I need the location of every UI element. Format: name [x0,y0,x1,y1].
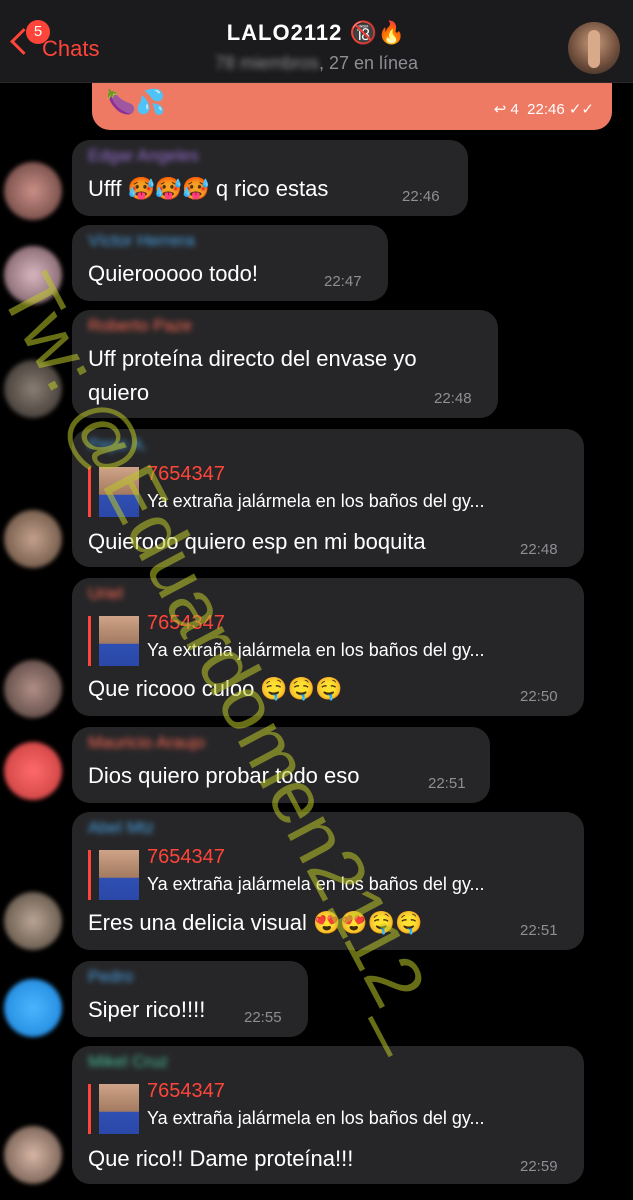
reply-thumbnail [99,1084,139,1134]
reply-author: 7654347 [147,463,225,485]
avatar[interactable] [4,979,62,1037]
sender-name[interactable]: Edgar Angeles [88,146,199,166]
sender-name[interactable]: Pepe A. [88,435,148,455]
message-text: Dios quiero probar todo eso [88,763,360,788]
message-time: 22:59 [520,1158,558,1175]
sender-name[interactable]: Uriel [88,584,123,604]
message-text: Quierooo quiero esp en mi boquita [88,529,426,554]
reply-thumbnail [99,616,139,666]
message-bubble[interactable]: Roberto Paze Uff proteína directo del en… [72,310,498,418]
chat-header: 5 Chats LALO2112 🔞🔥 78 miembros, 27 en l… [0,0,633,83]
sender-name[interactable]: Pedro [88,967,133,987]
reply-text: Ya extraña jalármela en los baños del gy… [147,491,485,511]
message-time: 22:51 [520,922,558,939]
own-message-meta: ↩ 4 22:46 ✓✓ [494,100,594,118]
message-text: Siper rico!!!! [88,997,206,1022]
message-bubble[interactable]: Pedro Siper rico!!!! 22:55 [72,961,308,1037]
message-time: 22:48 [520,541,558,558]
avatar[interactable] [4,1126,62,1184]
group-avatar[interactable] [568,22,620,74]
message-time: 22:50 [520,688,558,705]
sender-name[interactable]: Víctor Herrera [88,231,195,251]
avatar[interactable] [4,162,62,220]
sender-name[interactable]: Mauricio Araujo [88,733,205,753]
avatar[interactable] [4,742,62,800]
message-bubble[interactable]: Mikel Cruz 7654347 Ya extraña jalármela … [72,1046,584,1184]
message-time: 22:51 [428,775,466,792]
sender-name[interactable]: Abel Mtz [88,818,154,838]
message-time: 22:46 [402,188,440,205]
reply-author: 7654347 [147,612,225,634]
reply-text: Ya extraña jalármela en los baños del gy… [147,1108,485,1128]
message-text: Ufff 🥵🥵🥵 q rico estas [88,176,329,201]
message-bubble[interactable]: Abel Mtz 7654347 Ya extraña jalármela en… [72,812,584,950]
own-message-text: 🍆💦 [106,88,166,116]
message-bubble[interactable]: Uriel 7654347 Ya extraña jalármela en lo… [72,578,584,716]
reply-count[interactable]: ↩ 4 [494,101,519,118]
sender-name[interactable]: Roberto Paze [88,316,192,336]
message-time: 22:47 [324,273,362,290]
reply-preview[interactable]: 7654347 Ya extraña jalármela en los baño… [88,463,561,517]
reply-preview[interactable]: 7654347 Ya extraña jalármela en los baño… [88,1080,561,1134]
message-time: 22:55 [244,1009,282,1026]
chat-subtitle: 78 miembros, 27 en línea [0,53,633,74]
online-count: , 27 en línea [318,53,419,73]
reply-text: Ya extraña jalármela en los baños del gy… [147,640,485,660]
message-bubble[interactable]: Víctor Herrera Quierooooo todo! 22:47 [72,225,388,301]
avatar-figure [588,30,600,68]
message-time: 22:46 ✓✓ [527,101,594,118]
reply-text: Ya extraña jalármela en los baños del gy… [147,874,485,894]
message-list[interactable]: 🍆💦 ↩ 4 22:46 ✓✓ Edgar Angeles Ufff 🥵🥵🥵 q… [0,82,633,1200]
avatar[interactable] [4,510,62,568]
avatar[interactable] [4,660,62,718]
reply-author: 7654347 [147,1080,225,1102]
reply-preview[interactable]: 7654347 Ya extraña jalármela en los baño… [88,612,561,666]
message-bubble[interactable]: Pepe A. 7654347 Ya extraña jalármela en … [72,429,584,567]
chat-title[interactable]: LALO2112 🔞🔥 [0,20,633,46]
message-text: Uff proteína directo del envase yo [88,346,417,371]
message-time: 22:48 [434,390,472,407]
own-message-bubble[interactable]: 🍆💦 ↩ 4 22:46 ✓✓ [92,82,612,130]
reply-thumbnail [99,467,139,517]
sender-name[interactable]: Mikel Cruz [88,1052,168,1072]
message-bubble[interactable]: Edgar Angeles Ufff 🥵🥵🥵 q rico estas 22:4… [72,140,468,216]
message-bubble[interactable]: Mauricio Araujo Dios quiero probar todo … [72,727,490,803]
avatar[interactable] [4,892,62,950]
reply-author: 7654347 [147,846,225,868]
message-text: Quierooooo todo! [88,261,259,286]
reply-thumbnail [99,850,139,900]
reply-preview[interactable]: 7654347 Ya extraña jalármela en los baño… [88,846,561,900]
avatar[interactable] [4,246,62,304]
message-text: Que ricooo culoo 🤤🤤🤤 [88,676,343,701]
message-text-line2: quiero [88,380,150,405]
avatar[interactable] [4,360,62,418]
message-text: Que rico!! Dame proteína!!! [88,1146,354,1171]
message-text: Eres una delicia visual 😍😍🤤🤤 [88,910,423,935]
member-count: 78 miembros [214,53,319,73]
